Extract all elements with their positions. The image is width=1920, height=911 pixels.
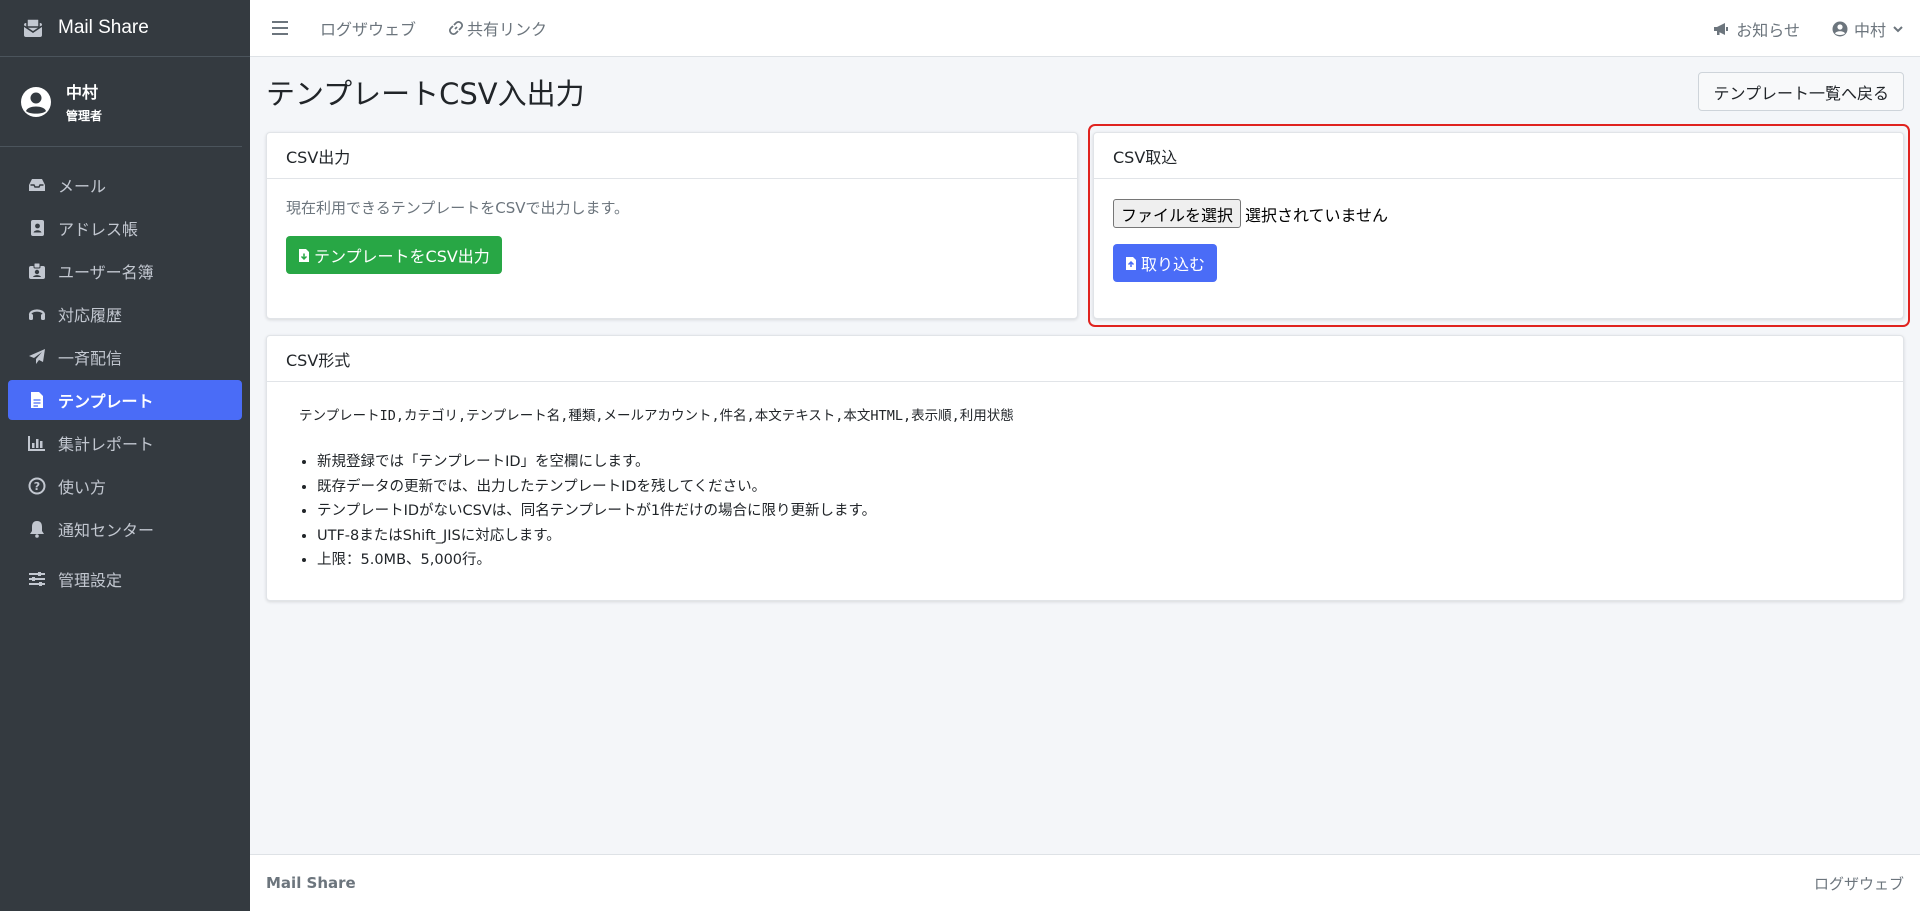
- csv-format-card: CSV形式 テンプレートID,カテゴリ,テンプレート名,種類,メールアカウント,…: [266, 335, 1904, 601]
- question-circle-icon: ?: [28, 477, 46, 495]
- page-title: テンプレートCSV入出力: [266, 77, 585, 111]
- menu-toggle-icon[interactable]: [272, 21, 288, 35]
- card-title: CSV出力: [267, 133, 1077, 179]
- id-badge-icon: [28, 262, 46, 280]
- header-right: お知らせ 中村: [1680, 0, 1904, 57]
- sidebar-item-templates[interactable]: テンプレート: [8, 380, 242, 420]
- address-book-icon: [28, 219, 46, 237]
- sidebar-item-label: 使い方: [58, 478, 107, 497]
- mail-bulk-icon: [22, 17, 44, 39]
- link-icon: [448, 20, 464, 36]
- list-item: UTF-8またはShift_JISに対応します。: [317, 524, 1884, 549]
- brand-name: Mail Share: [58, 17, 149, 38]
- bell-icon: [28, 520, 46, 538]
- highlight-box: [1088, 124, 1910, 327]
- header-link-shared-links[interactable]: 共有リンク: [448, 16, 547, 40]
- sidebar-nav: メール アドレス帳 ユーザー名簿 対応履歴 一斉配信 テンプレート 集計レポート…: [0, 147, 250, 599]
- footer: Mail Share ログザウェブ: [250, 854, 1920, 911]
- list-item: 新規登録では「テンプレートID」を空欄にします。: [317, 450, 1884, 475]
- footer-link[interactable]: ログザウェブ: [1814, 873, 1904, 894]
- user-name: 中村: [66, 83, 99, 102]
- top-navbar: ログザウェブ 共有リンク お知らせ 中村: [250, 0, 1920, 57]
- file-download-icon: [299, 248, 309, 262]
- sidebar-item-label: 通知センター: [58, 521, 155, 540]
- inbox-icon: [28, 176, 46, 194]
- sidebar-item-mail[interactable]: メール: [8, 165, 242, 205]
- sidebar-item-label: 対応履歴: [58, 306, 123, 325]
- sidebar-item-label: ユーザー名簿: [58, 263, 154, 282]
- sidebar-item-label: メール: [58, 177, 107, 196]
- sidebar-item-notifications[interactable]: 通知センター: [8, 509, 242, 549]
- headset-icon: [28, 305, 46, 323]
- sidebar-item-label: アドレス帳: [58, 220, 139, 239]
- chevron-down-icon: [1893, 25, 1903, 32]
- list-item: 既存データの更新では、出力したテンプレートIDを残してください。: [317, 475, 1884, 500]
- sidebar-item-help[interactable]: ? 使い方: [8, 466, 242, 506]
- notifications-link[interactable]: お知らせ: [1712, 17, 1800, 41]
- user-panel[interactable]: 中村 管理者: [0, 57, 242, 147]
- export-button-label: テンプレートをCSV出力: [314, 247, 490, 266]
- sidebar-item-broadcast[interactable]: 一斉配信: [8, 337, 242, 377]
- list-item: テンプレートIDがないCSVは、同名テンプレートが1件だけの場合に限り更新します…: [317, 499, 1884, 524]
- csv-columns: テンプレートID,カテゴリ,テンプレート名,種類,メールアカウント,件名,本文テ…: [299, 408, 1014, 424]
- bar-chart-icon: [28, 434, 46, 452]
- sliders-icon: [28, 570, 46, 588]
- sidebar-item-history[interactable]: 対応履歴: [8, 294, 242, 334]
- sidebar-item-address-book[interactable]: アドレス帳: [8, 208, 242, 248]
- brand-link[interactable]: Mail Share: [0, 0, 250, 57]
- user-role: 管理者: [66, 109, 103, 123]
- sidebar-item-label: テンプレート: [58, 392, 154, 411]
- user-circle-icon: [20, 86, 52, 118]
- user-menu[interactable]: 中村: [1832, 17, 1904, 41]
- footer-brand: Mail Share: [266, 874, 356, 892]
- sidebar-item-label: 集計レポート: [58, 435, 155, 454]
- format-rules: 新規登録では「テンプレートID」を空欄にします。 既存データの更新では、出力した…: [302, 450, 1884, 573]
- export-description: 現在利用できるテンプレートをCSVで出力します。: [286, 199, 630, 217]
- sidebar-item-admin-settings[interactable]: 管理設定: [8, 559, 242, 599]
- svg-text:?: ?: [34, 480, 40, 493]
- back-to-template-list-button[interactable]: テンプレート一覧へ戻る: [1698, 72, 1904, 111]
- megaphone-icon: [1714, 22, 1729, 35]
- sidebar: Mail Share 中村 管理者 メール アドレス帳 ユーザー名簿 対応履歴: [0, 0, 250, 911]
- sidebar-item-user-directory[interactable]: ユーザー名簿: [8, 251, 242, 291]
- export-csv-button[interactable]: テンプレートをCSV出力: [286, 236, 502, 274]
- header-link-label: 共有リンク: [467, 20, 548, 39]
- paper-plane-icon: [28, 348, 46, 366]
- header-link-logzaweb[interactable]: ログザウェブ: [320, 16, 416, 40]
- sidebar-item-label: 一斉配信: [58, 349, 123, 368]
- user-circle-icon: [1832, 21, 1848, 36]
- user-menu-label: 中村: [1853, 20, 1886, 40]
- card-title: CSV形式: [267, 336, 1903, 382]
- sidebar-item-label: 管理設定: [58, 571, 123, 590]
- main-content: テンプレートCSV入出力 テンプレート一覧へ戻る CSV出力 現在利用できるテン…: [250, 57, 1920, 854]
- sidebar-item-reports[interactable]: 集計レポート: [8, 423, 242, 463]
- file-icon: [28, 391, 46, 409]
- list-item: 上限：5.0MB、5,000行。: [317, 548, 1884, 573]
- csv-export-card: CSV出力 現在利用できるテンプレートをCSVで出力します。 テンプレートをCS…: [266, 132, 1078, 319]
- notifications-label: お知らせ: [1736, 20, 1800, 40]
